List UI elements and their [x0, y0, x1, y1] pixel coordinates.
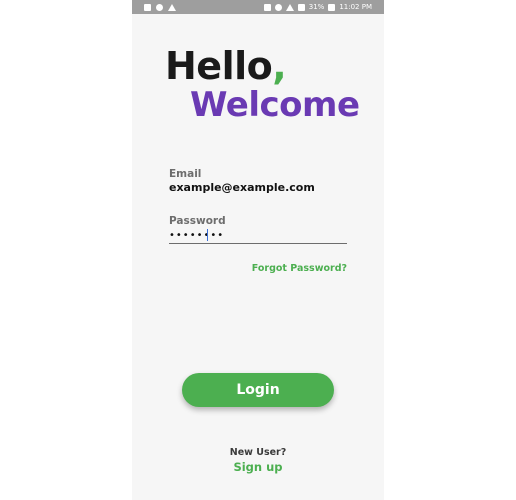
- email-field[interactable]: [169, 179, 347, 195]
- image-icon: [144, 3, 151, 11]
- new-user-text: New User?: [229, 447, 287, 458]
- usb-icon: [168, 3, 176, 11]
- status-left-icons: [144, 0, 176, 14]
- signup-link[interactable]: Sign up: [132, 460, 384, 474]
- password-label: Password: [169, 215, 226, 227]
- text-cursor: [207, 229, 208, 241]
- greeting-hello: Hello,: [165, 44, 287, 88]
- mute-icon: [263, 3, 271, 11]
- shield-icon: [156, 3, 163, 11]
- status-right-icons: 31% 11:02 PM: [263, 0, 372, 14]
- wifi-icon: [285, 3, 294, 11]
- forgot-password-link[interactable]: Forgot Password?: [252, 263, 347, 274]
- greeting-comma: ,: [272, 44, 287, 88]
- login-screen: 31% 11:02 PM Hello, Welcome Email Passwo…: [132, 0, 384, 500]
- greeting-hello-text: Hello: [165, 44, 273, 88]
- alarm-icon: [274, 3, 282, 11]
- status-time: 11:02 PM: [339, 3, 372, 11]
- greeting-welcome: Welcome: [190, 85, 360, 125]
- battery-icon: [328, 3, 336, 11]
- battery-percent: 31%: [308, 3, 325, 11]
- signal-icon: [297, 3, 305, 11]
- status-bar: 31% 11:02 PM: [132, 0, 384, 14]
- login-button[interactable]: Login: [182, 373, 334, 407]
- password-field[interactable]: [169, 227, 347, 244]
